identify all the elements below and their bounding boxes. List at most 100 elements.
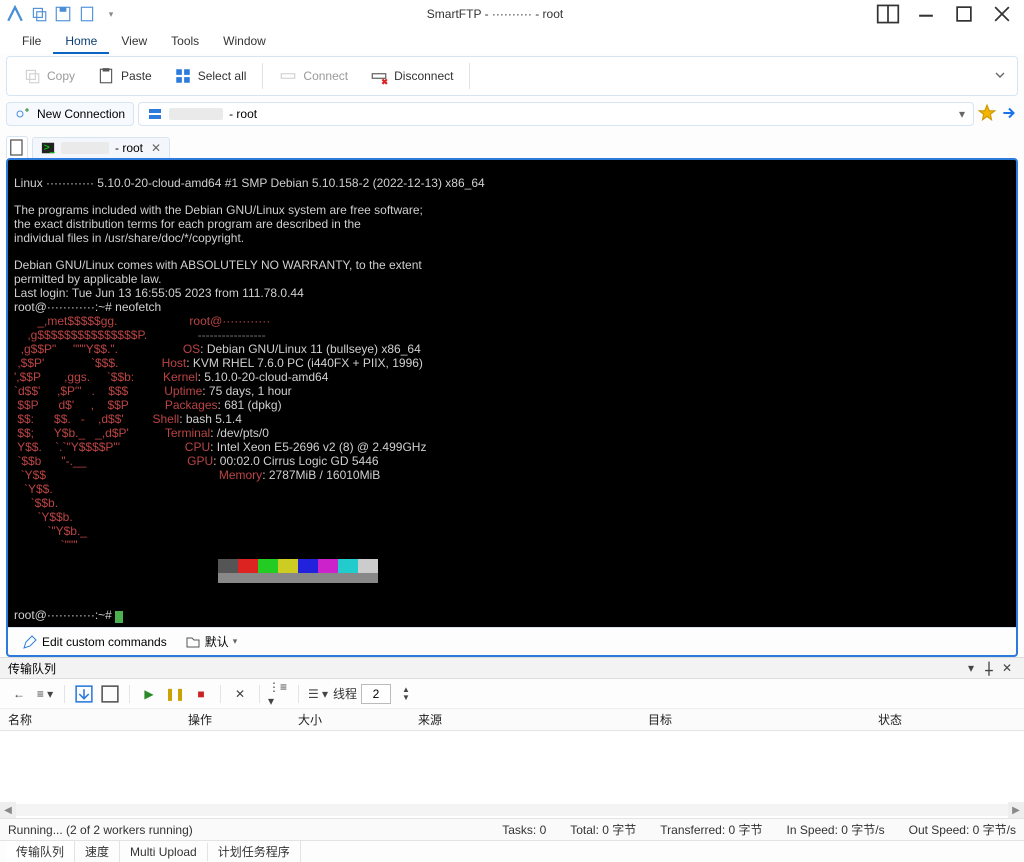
btab-multiupload[interactable]: Multi Upload [120, 843, 208, 861]
favorites-star-icon[interactable] [978, 104, 996, 125]
edit-custom-commands-button[interactable]: Edit custom commands [16, 632, 173, 652]
paste-button[interactable]: Paste [87, 63, 162, 89]
tab-close-icon[interactable]: ✕ [149, 141, 163, 155]
plus-plug-icon [15, 106, 31, 122]
horizontal-scrollbar[interactable]: ◀ ▶ [0, 802, 1024, 818]
go-arrow-icon[interactable] [1000, 104, 1018, 125]
disconnect-label: Disconnect [394, 69, 453, 83]
color-swatches [218, 559, 378, 573]
new-connection-label: New Connection [37, 107, 125, 121]
threads-label: 线程 [333, 685, 357, 702]
threads-input[interactable] [361, 684, 391, 704]
paste-label: Paste [121, 69, 152, 83]
select-all-icon [174, 67, 192, 85]
panel-close-icon[interactable]: ✕ [998, 659, 1016, 677]
terminal-substatus: Edit custom commands 默认 ▾ [8, 627, 1016, 655]
btab-queue[interactable]: 传输队列 [6, 841, 75, 862]
svg-text:>_: >_ [44, 142, 55, 154]
nav-back-icon[interactable]: ← [8, 683, 30, 705]
col-size[interactable]: 大小 [298, 711, 418, 728]
document-list-icon[interactable] [6, 136, 28, 158]
menu-tools[interactable]: Tools [159, 28, 211, 54]
pin-icon[interactable] [980, 659, 998, 677]
maximize-button[interactable] [946, 2, 982, 26]
connect-button[interactable]: Connect [269, 63, 358, 89]
cursor [115, 611, 123, 623]
connect-icon [279, 67, 297, 85]
new-connection-button[interactable]: New Connection [6, 102, 134, 126]
list-view-icon[interactable]: ≡ ▾ [34, 683, 56, 705]
addressbar: New Connection xxxx - root ▾ [6, 100, 1018, 128]
titlebar: ▾ SmartFTP - ·········· - root [0, 0, 1024, 28]
folder-icon [185, 634, 201, 650]
profile-dropdown[interactable]: 默认 ▾ [179, 631, 244, 652]
settings2-icon[interactable]: ☰ ▾ [307, 683, 329, 705]
minimize-button[interactable] [908, 2, 944, 26]
filter-icon[interactable]: ⋮≡ ▾ [268, 683, 290, 705]
statusbar: Running... (2 of 2 workers running) Task… [0, 818, 1024, 840]
select-all-button[interactable]: Select all [164, 63, 257, 89]
disconnect-icon [370, 67, 388, 85]
address-host: xxxx [169, 108, 223, 120]
pause-icon[interactable]: ❚❚ [164, 683, 186, 705]
col-status[interactable]: 状态 [878, 711, 1024, 728]
toolbar-separator [262, 63, 263, 89]
clipboard-icon [97, 67, 115, 85]
connect-label: Connect [303, 69, 348, 83]
bottom-tabs: 传输队列 速度 Multi Upload 计划任务程序 [0, 840, 1024, 862]
export-icon[interactable] [99, 683, 121, 705]
address-input[interactable]: xxxx - root ▾ [138, 102, 974, 126]
toolbar-separator [469, 63, 470, 89]
queue-toolbar: ← ≡ ▾ ▶ ❚❚ ■ ✕ ⋮≡ ▾ ☰ ▾ 线程 ▲▼ [0, 679, 1024, 709]
col-name[interactable]: 名称 [8, 711, 188, 728]
terminal-output[interactable]: Linux ············ 5.10.0-20-cloud-amd64… [8, 160, 1016, 627]
queue-body[interactable]: ◀ ▶ [0, 731, 1024, 818]
menubar: File Home View Tools Window [0, 28, 1024, 54]
tabstrip: >_ xxxx - root ✕ [6, 132, 1018, 158]
close-button[interactable] [984, 2, 1020, 26]
select-all-label: Select all [198, 69, 247, 83]
delete-icon[interactable]: ✕ [229, 683, 251, 705]
quick-access-toolbar: ▾ [6, 5, 120, 23]
terminal-tab-icon: >_ [41, 141, 55, 155]
qat-copy-icon[interactable] [30, 5, 48, 23]
scroll-right-icon[interactable]: ▶ [1008, 802, 1024, 818]
ribbon-expand-icon[interactable] [989, 64, 1011, 89]
col-dst[interactable]: 目标 [648, 711, 878, 728]
address-dropdown-icon[interactable]: ▾ [959, 107, 965, 121]
qat-doc-icon[interactable] [78, 5, 96, 23]
status-inspeed: In Speed: 0 字节/s [787, 821, 885, 838]
stepper-controls[interactable]: ▲▼ [395, 683, 417, 705]
status-total: Total: 0 字节 [570, 821, 636, 838]
panel-layout-icon[interactable] [870, 2, 906, 26]
qat-dropdown-icon[interactable]: ▾ [102, 5, 120, 23]
copy-icon [23, 67, 41, 85]
scroll-left-icon[interactable]: ◀ [0, 802, 16, 818]
menu-view[interactable]: View [109, 28, 159, 54]
status-tasks: Tasks: 0 [502, 823, 546, 837]
col-op[interactable]: 操作 [188, 711, 298, 728]
panel-menu-icon[interactable]: ▾ [962, 659, 980, 677]
menu-home[interactable]: Home [53, 28, 109, 54]
btab-speed[interactable]: 速度 [75, 841, 120, 862]
qat-save-icon[interactable] [54, 5, 72, 23]
main-toolbar: Copy Paste Select all Connect Disconnect [6, 56, 1018, 96]
menu-window[interactable]: Window [211, 28, 278, 54]
status-running: Running... (2 of 2 workers running) [8, 823, 193, 837]
tab-host: xxxx [61, 142, 109, 154]
stop-icon[interactable]: ■ [190, 683, 212, 705]
menu-file[interactable]: File [10, 28, 53, 54]
copy-button[interactable]: Copy [13, 63, 85, 89]
copy-label: Copy [47, 69, 75, 83]
transfer-queue-header: 传输队列 ▾ ✕ [0, 657, 1024, 679]
terminal-panel: Linux ············ 5.10.0-20-cloud-amd64… [6, 158, 1018, 657]
server-icon [147, 106, 163, 122]
import-icon[interactable] [73, 683, 95, 705]
disconnect-button[interactable]: Disconnect [360, 63, 463, 89]
chevron-down-icon: ▾ [233, 636, 238, 647]
btab-scheduler[interactable]: 计划任务程序 [208, 841, 301, 862]
tab-terminal[interactable]: >_ xxxx - root ✕ [32, 137, 170, 158]
play-icon[interactable]: ▶ [138, 683, 160, 705]
col-src[interactable]: 来源 [418, 711, 648, 728]
window-title: SmartFTP - ·········· - root [120, 7, 870, 21]
